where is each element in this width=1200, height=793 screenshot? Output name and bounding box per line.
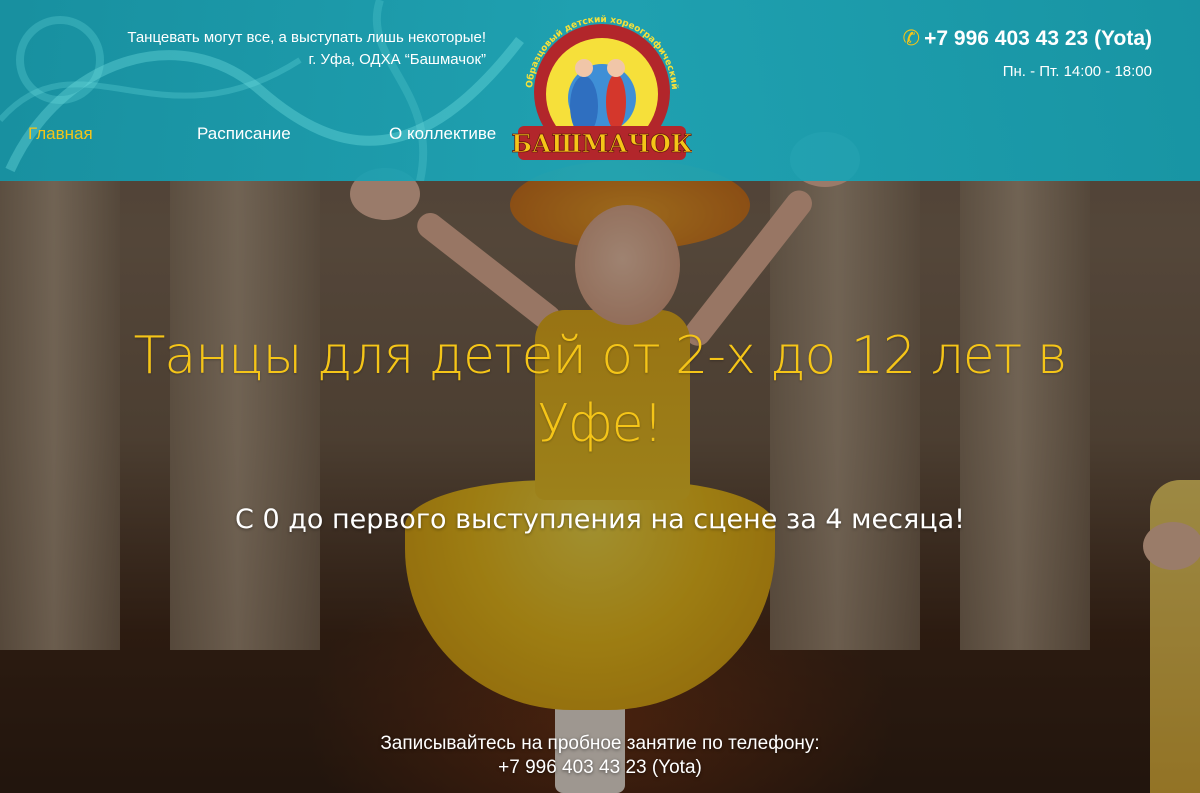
hero-title-line2: Уфе!	[537, 394, 664, 454]
tagline-line2: г. Уфа, ОДХА “Башмачок”	[308, 51, 486, 68]
cta-phone[interactable]: +7 996 403 43 23 (Yota)	[250, 756, 950, 780]
header-tagline: Танцевать могут все, а выступать лишь не…	[127, 27, 486, 71]
header-phone-number: +7 996 403 43 23 (Yota)	[924, 27, 1152, 50]
header-phone[interactable]: ✆ +7 996 403 43 23 (Yota)	[903, 26, 1152, 51]
logo[interactable]: Образцовый детский хореографический анса…	[512, 14, 692, 170]
tagline-line1: Танцевать могут все, а выступать лишь не…	[127, 29, 486, 46]
hero-subtitle: С 0 до первого выступления на сцене за 4…	[235, 504, 965, 535]
nav-item-about[interactable]: О коллективе	[389, 124, 496, 144]
working-hours: Пн. - Пт. 14:00 - 18:00	[1002, 63, 1152, 80]
site-header: Танцевать могут все, а выступать лишь не…	[0, 0, 1200, 181]
header-contact: ✆ +7 996 403 43 23 (Yota) Пн. - Пт. 14:00…	[903, 26, 1152, 80]
cta-text: Записывайтесь на пробное занятие по теле…	[250, 732, 950, 780]
hero-title: Танцы для детей от 2-х до 12 лет в Уфе!	[40, 322, 1160, 458]
hero-title-line1: Танцы для детей от 2-х до 12 лет в	[133, 326, 1068, 386]
phone-icon: ✆	[902, 27, 921, 50]
nav-item-schedule[interactable]: Расписание	[197, 124, 291, 144]
nav-item-home[interactable]: Главная	[28, 124, 93, 144]
cta-line1: Записывайтесь на пробное занятие по теле…	[380, 733, 820, 754]
logo-title: БАШМАЧОК	[512, 129, 692, 158]
